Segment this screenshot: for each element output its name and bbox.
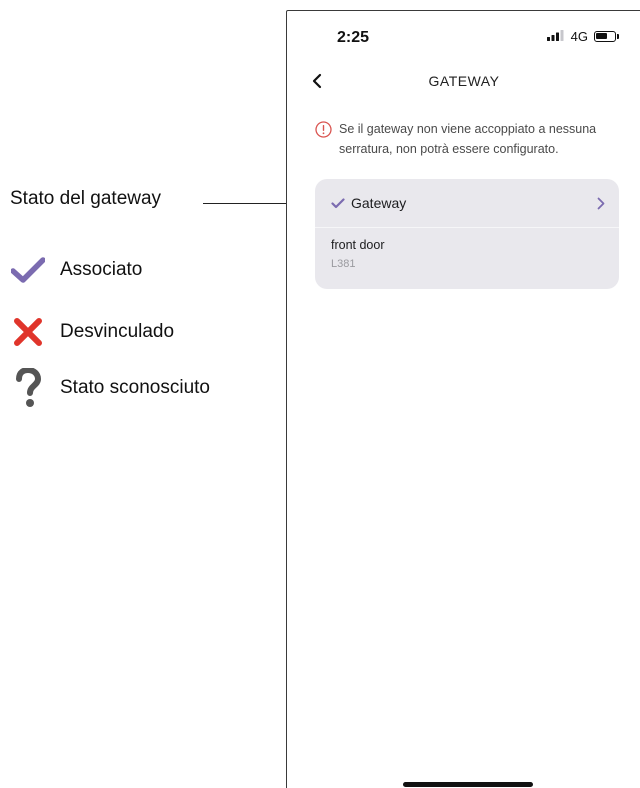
lock-id: L381 xyxy=(331,258,356,270)
signal-icon xyxy=(546,29,565,44)
question-icon xyxy=(10,368,46,407)
battery-tip xyxy=(617,34,619,39)
legend-item-unlinked: Desvinculado xyxy=(10,314,174,350)
callout-label: Stato del gateway xyxy=(10,188,162,209)
phone-screen: 2:25 4G GATEWAY Se il gateway non viene … xyxy=(286,10,640,788)
warning-message: Se il gateway non viene accoppiato a nes… xyxy=(315,119,615,159)
status-time: 2:25 xyxy=(337,29,370,46)
check-icon xyxy=(10,252,46,288)
legend-item-associated: Associato xyxy=(10,252,142,288)
page-title: GATEWAY xyxy=(428,73,500,89)
gateway-row[interactable]: Gateway xyxy=(315,179,619,228)
lock-name: front door xyxy=(331,238,385,252)
gateway-label: Gateway xyxy=(351,195,407,211)
warning-icon xyxy=(315,121,333,144)
home-indicator xyxy=(403,782,533,787)
chevron-right-icon xyxy=(597,197,605,210)
lock-item[interactable]: front door L381 xyxy=(315,228,619,280)
check-icon xyxy=(331,197,345,209)
legend-label: Stato sconosciuto xyxy=(60,377,210,398)
cross-icon xyxy=(10,314,46,350)
network-label: 4G xyxy=(570,29,588,44)
status-indicators: 4G xyxy=(546,29,619,44)
gateway-card: Gateway front door L381 xyxy=(315,179,619,289)
warning-text: Se il gateway non viene accoppiato a nes… xyxy=(339,122,597,156)
legend-item-unknown: Stato sconosciuto xyxy=(10,368,210,407)
legend-label: Associato xyxy=(60,259,143,280)
battery-icon xyxy=(594,31,616,42)
legend-label: Desvinculado xyxy=(60,321,175,342)
